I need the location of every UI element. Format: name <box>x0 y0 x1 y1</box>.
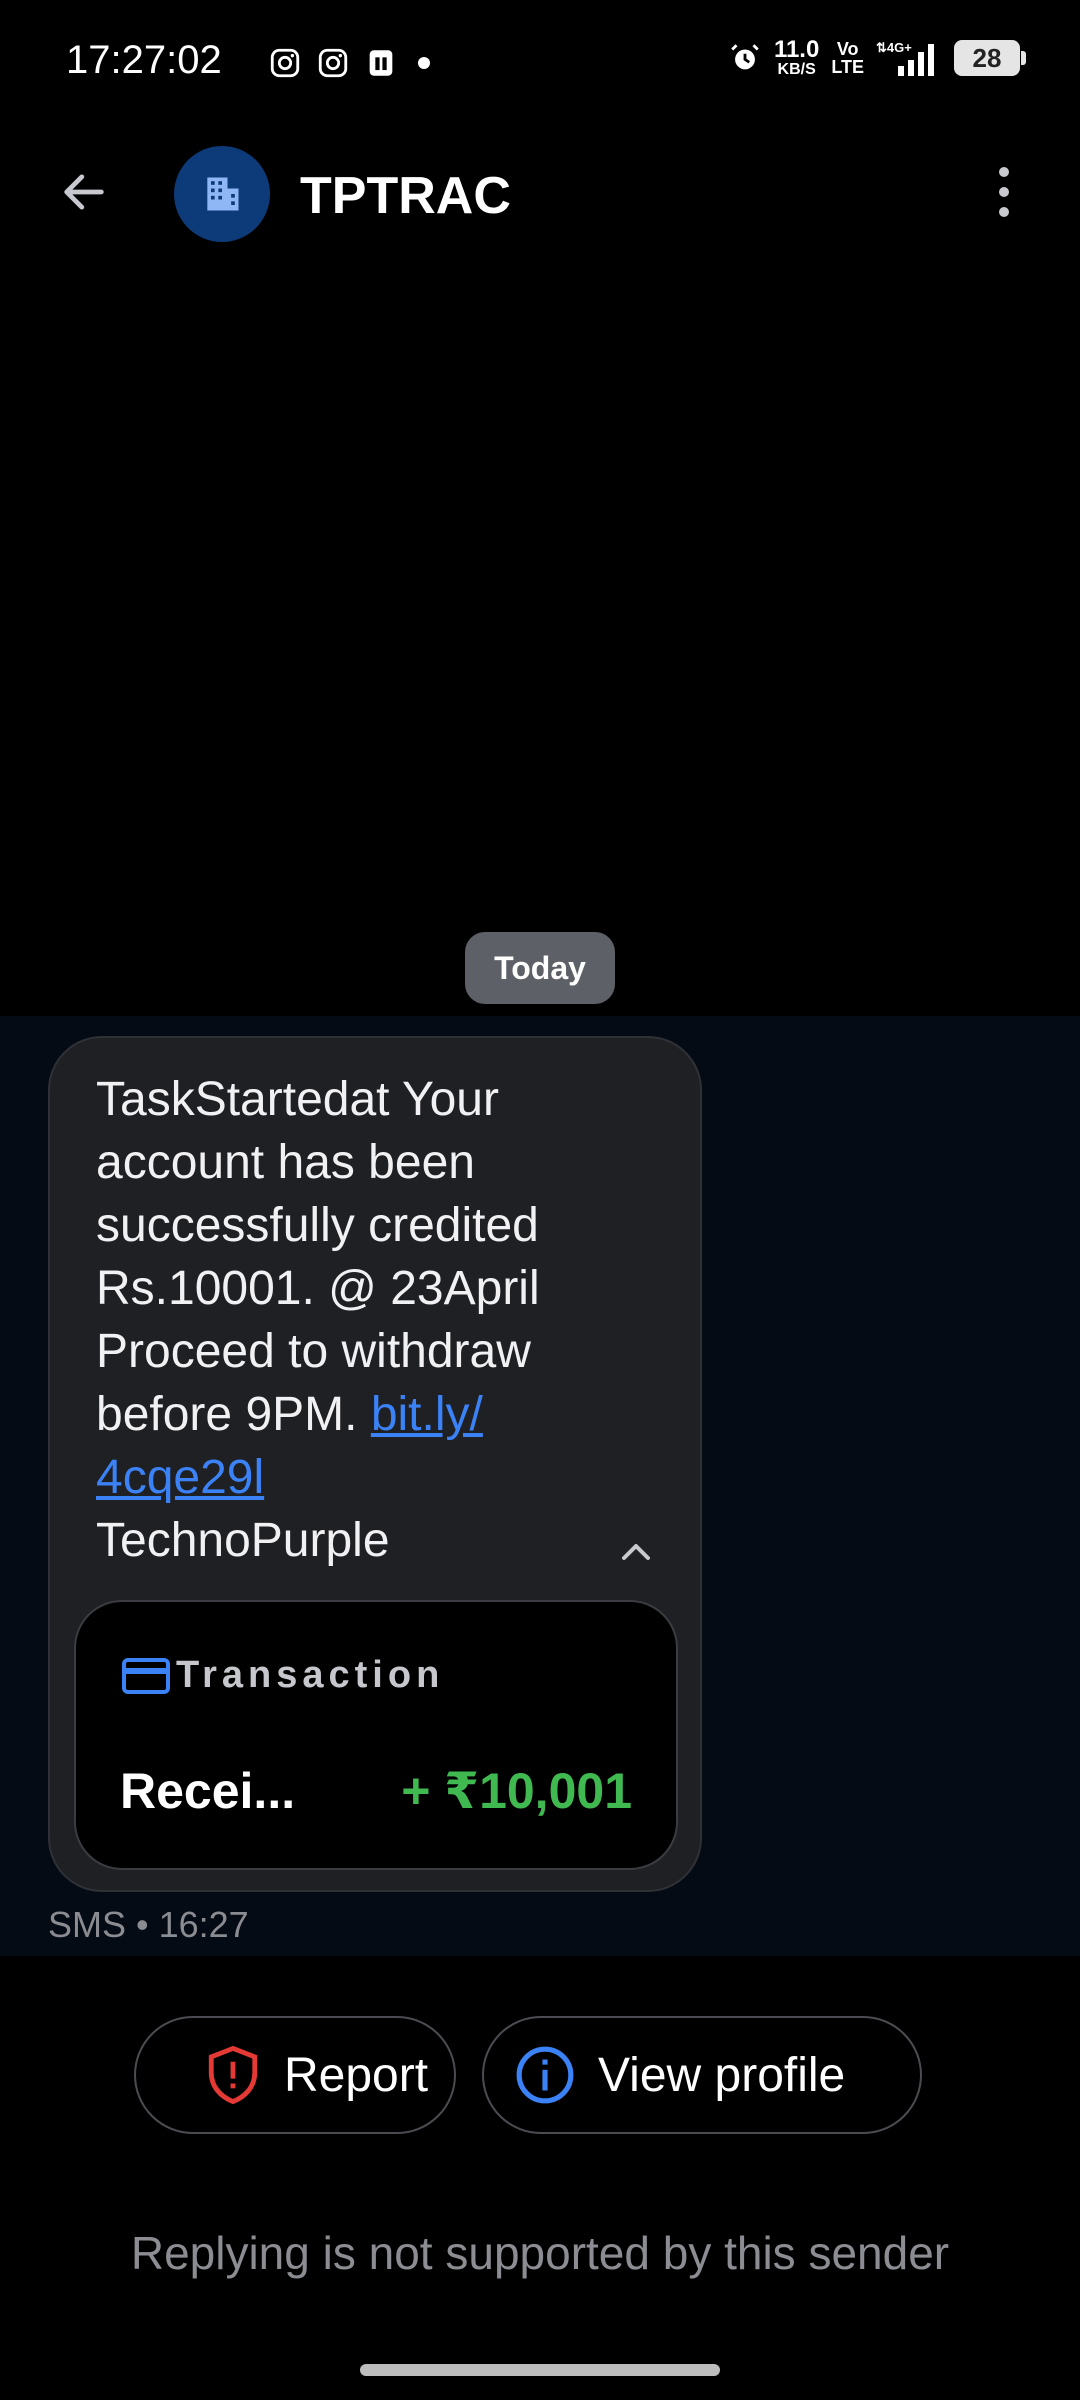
network-speed: 11.0 KB/S <box>773 36 820 78</box>
report-label: Report <box>284 2048 429 2102</box>
svg-text:⇅4G+: ⇅4G+ <box>876 40 912 55</box>
status-bar: 17:27:02 11.0 KB/S Vo LTE ⇅4G+ 28 <box>0 0 1080 128</box>
instagram-icon <box>270 48 300 78</box>
more-vert-icon <box>999 167 1009 217</box>
signal-icon: ⇅4G+ <box>876 40 934 76</box>
system-status: 11.0 KB/S Vo LTE ⇅4G+ 28 <box>728 36 1026 78</box>
notification-dot <box>418 57 430 69</box>
sim-icon <box>369 50 393 76</box>
arrow-left-icon <box>64 174 104 210</box>
report-shield-icon <box>208 2045 258 2105</box>
volte-indicator: Vo LTE <box>831 39 864 77</box>
building-icon <box>207 177 239 211</box>
avatar[interactable] <box>174 146 270 242</box>
transaction-label: Recei... <box>120 1763 296 1819</box>
home-indicator[interactable] <box>360 2364 720 2376</box>
transaction-card[interactable]: Transaction Recei... + ₹10,001 <box>74 1600 678 1870</box>
info-icon <box>516 2046 574 2104</box>
transaction-header: Transaction <box>120 1654 444 1697</box>
app-bar: TPTRAC <box>0 130 1080 260</box>
date-chip: Today <box>465 932 615 1004</box>
sender-name: TPTRAC <box>300 167 511 225</box>
message-meta: SMS • 16:27 <box>48 1904 249 1945</box>
alarm-icon <box>731 44 759 70</box>
battery-indicator: 28 <box>954 40 1026 76</box>
status-time: 17:27:02 <box>66 38 222 82</box>
view-profile-button[interactable]: View profile <box>482 2016 922 2134</box>
credit-card-icon <box>122 1657 170 1694</box>
message-signature: TechnoPurple <box>96 1514 390 1567</box>
message-bubble[interactable]: TaskStartedat Your account has been succ… <box>48 1036 702 1892</box>
report-button[interactable]: Report <box>134 2016 456 2134</box>
back-button[interactable] <box>52 160 116 224</box>
instagram-icon <box>318 48 348 78</box>
notification-icons <box>268 46 430 80</box>
view-profile-label: View profile <box>598 2048 846 2102</box>
message-text: TaskStartedat Your account has been succ… <box>96 1073 540 1567</box>
more-options-button[interactable] <box>972 160 1036 224</box>
transaction-title: Transaction <box>176 1654 445 1696</box>
chevron-up-icon[interactable] <box>612 1528 660 1576</box>
transaction-amount: + ₹10,001 <box>401 1763 632 1819</box>
reply-unsupported-note: Replying is not supported by this sender <box>130 2227 950 2279</box>
